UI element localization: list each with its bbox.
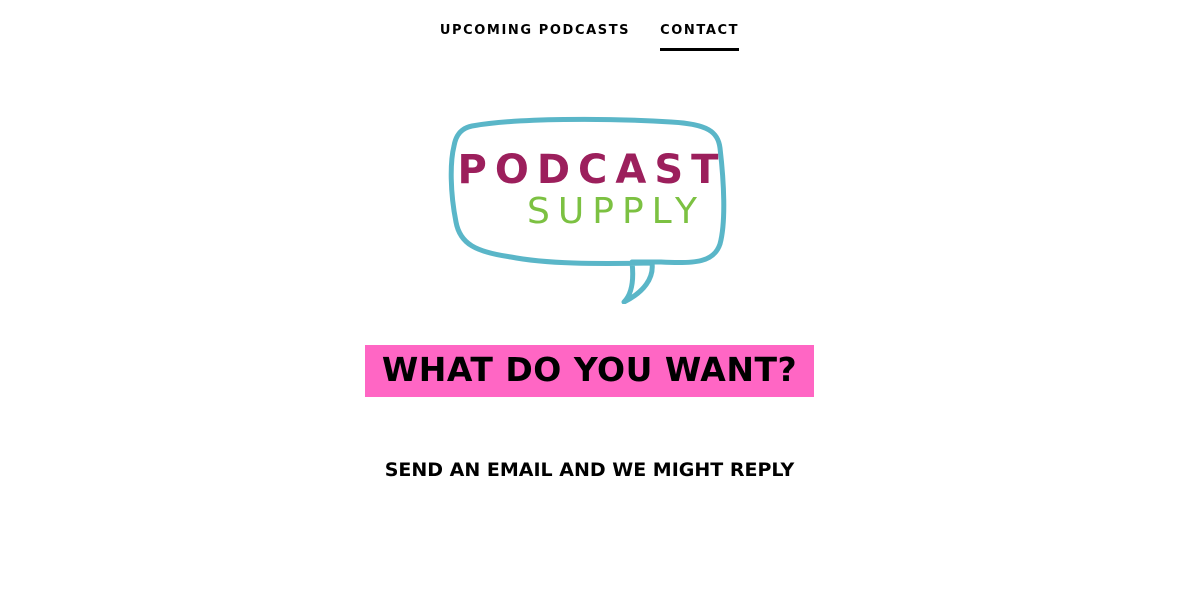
top-navigation: UPCOMING PODCASTS CONTACT — [0, 22, 1179, 51]
page-headline: WHAT DO YOU WANT? — [364, 345, 815, 397]
page: UPCOMING PODCASTS CONTACT PODCAST SUPPLY… — [0, 0, 1179, 593]
logo-text-line1: PODCAST — [458, 147, 727, 193]
headline-container: WHAT DO YOU WANT? — [0, 345, 1179, 397]
podcast-supply-logo[interactable]: PODCAST SUPPLY — [446, 112, 730, 304]
nav-item-upcoming-podcasts[interactable]: UPCOMING PODCASTS — [440, 22, 630, 51]
nav-item-contact[interactable]: CONTACT — [660, 22, 740, 51]
logo-text-line2: SUPPLY — [527, 191, 705, 232]
contact-subline: SEND AN EMAIL AND WE MIGHT REPLY — [384, 459, 795, 481]
